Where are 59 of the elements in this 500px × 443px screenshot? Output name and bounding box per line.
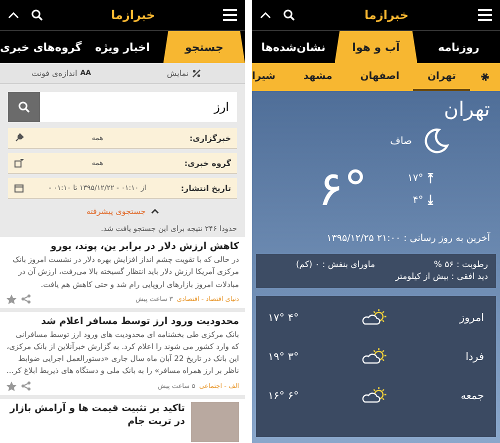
tab[interactable]: گروه‌های خبری: [0, 31, 82, 63]
search-button[interactable]: [8, 92, 40, 122]
star-icon[interactable]: [6, 294, 17, 305]
share-icon[interactable]: [21, 294, 31, 304]
search-icon[interactable]: [283, 9, 295, 21]
search-field[interactable]: ارز: [40, 92, 237, 122]
moon-icon: [422, 127, 450, 155]
arrow-up-icon: [427, 172, 434, 184]
forecast-day: امروز: [424, 312, 484, 324]
caret-up-icon: [150, 209, 159, 214]
calendar-icon: [14, 183, 24, 193]
forecast-day: فردا: [424, 350, 484, 362]
forecast-temperatures: ۱۶° ۶°: [268, 390, 300, 402]
search-icon: [18, 101, 30, 113]
pin-icon: [14, 133, 24, 143]
tab[interactable]: جستجو: [163, 31, 245, 63]
photo-placeholder: [191, 402, 239, 442]
city-tab[interactable]: اصفهان: [346, 63, 414, 91]
arrow-down-icon: [427, 194, 434, 206]
forecast-day: جمعه: [424, 390, 484, 402]
tab[interactable]: اخبار ویژه: [82, 31, 164, 63]
search-icon[interactable]: [31, 9, 43, 21]
weather-detail: دید افقی : بیش از کیلومتر: [394, 272, 488, 282]
forecast-temperatures: ۱۷° ۴°: [268, 312, 300, 324]
caret-up-icon[interactable]: [8, 11, 19, 19]
high-temperature: ۱۷°: [408, 172, 424, 184]
current-temperature: ۶°: [318, 165, 368, 213]
city-tab[interactable]: شیرا: [252, 63, 290, 91]
filter-label: گروه خبری:: [183, 158, 231, 168]
weather-detail: ماورای بنفش : ۰ (کم): [294, 260, 375, 270]
app-logo: خبرازما: [364, 8, 410, 22]
share-icon[interactable]: [21, 381, 31, 392]
display-button[interactable]: نمایش: [122, 63, 245, 83]
city-tab[interactable]: مشهد: [290, 63, 346, 91]
settings-icon[interactable]: [480, 72, 490, 82]
tab[interactable]: نشان‌شده‌ها: [252, 31, 335, 63]
percent-icon: [192, 68, 201, 78]
app-logo: خبرازما: [110, 8, 156, 22]
low-temperature: ۴°: [412, 194, 424, 206]
news-card[interactable]: [0, 237, 245, 308]
menu-icon[interactable]: [478, 9, 492, 21]
news-card[interactable]: [0, 312, 245, 395]
forecast-temperatures: ۱۹° ۳°: [268, 350, 300, 362]
list-icon: [14, 158, 24, 168]
filter-label: خبرگزاری:: [188, 134, 231, 142]
tab[interactable]: آب و هوا: [334, 31, 418, 63]
city-name: تهران: [442, 97, 490, 121]
news-card[interactable]: تاکید بر تثبیت قیمت ها و آرامش بازار در تربت جام: [0, 398, 245, 443]
weather-condition: صاف: [390, 136, 412, 146]
last-updated: آخرین به روز رسانی : ۲۱:۰۰ ۱۳۹۵/۱۲/۲۵: [326, 233, 490, 244]
caret-up-icon[interactable]: [260, 11, 271, 19]
news-title: تاکید بر تثبیت قیمت ها و آرامش بازار در تربت جام: [8, 402, 185, 429]
menu-icon[interactable]: [223, 9, 237, 21]
star-icon[interactable]: [6, 380, 17, 392]
news-title: کاهش ارزش دلار در برابر ین، پوند، یورو: [49, 240, 239, 254]
filter-label: تاریخ انتشار:: [180, 184, 231, 192]
tab[interactable]: روزنامه: [417, 31, 500, 63]
news-title: محدودیت ورود ارز توسط مسافر اعلام شد: [40, 314, 239, 328]
weather-detail: رطوبت : ۵۶ %: [432, 260, 488, 270]
